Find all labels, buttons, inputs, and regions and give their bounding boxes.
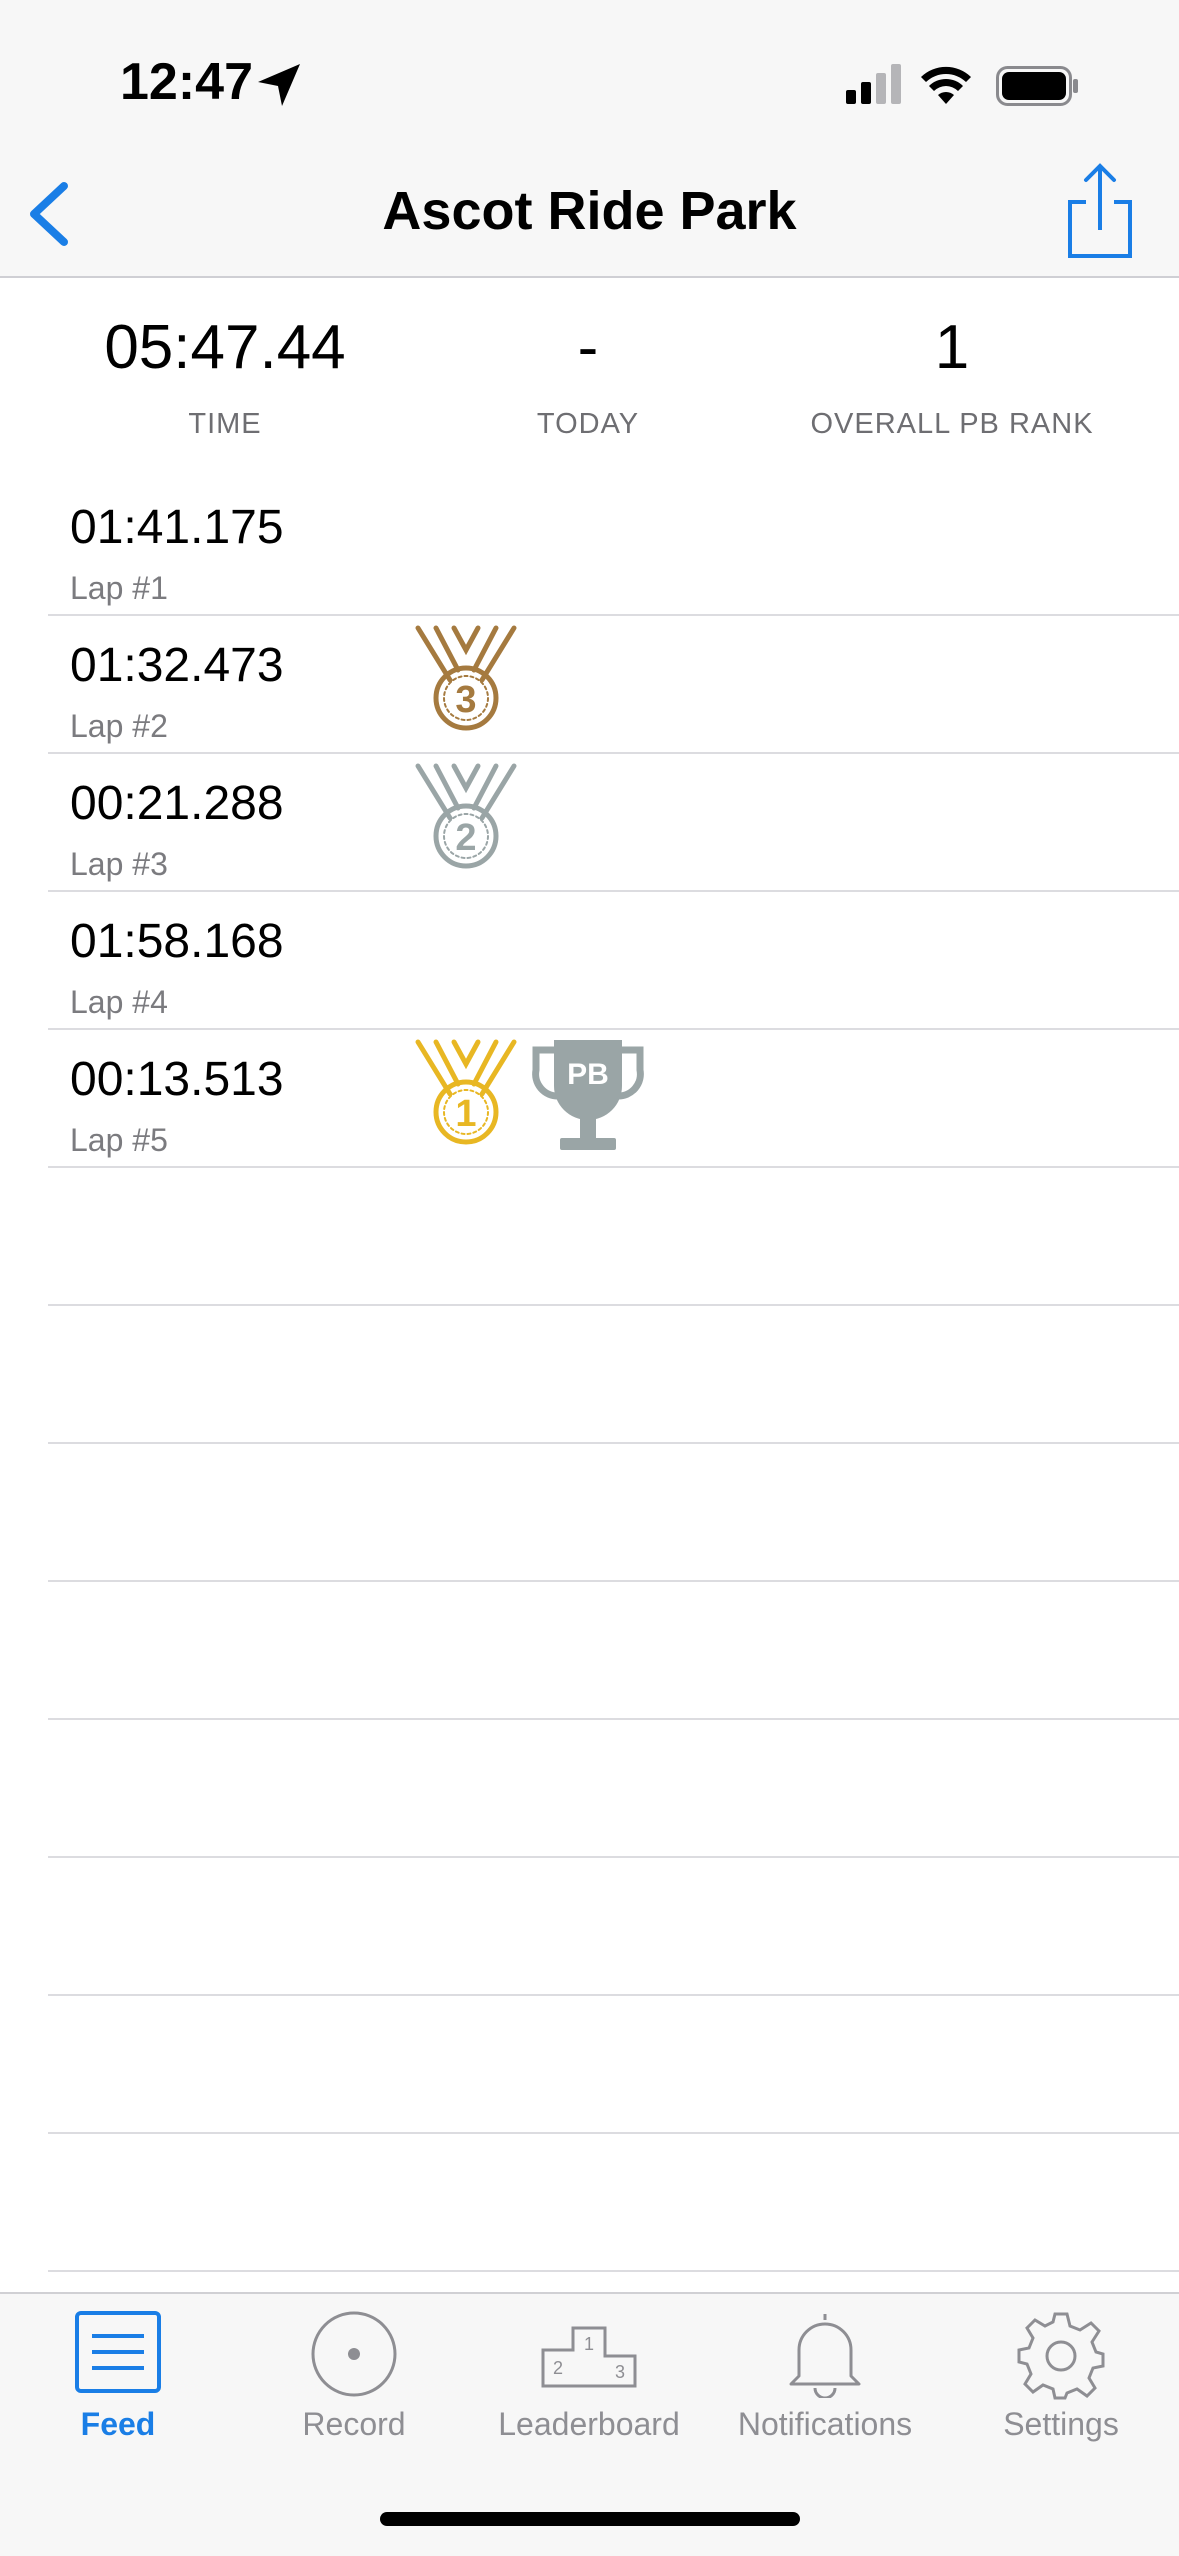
time-label: TIME — [188, 408, 262, 440]
tab-label: Settings — [1003, 2406, 1119, 2442]
podium-first: 1 — [584, 2334, 594, 2354]
bell-icon — [789, 2314, 861, 2398]
lap-label: Lap #4 — [70, 984, 168, 1020]
gear-icon — [1017, 2312, 1105, 2400]
tab-record[interactable]: Record — [236, 2294, 472, 2484]
lap-time: 01:41.175 — [70, 501, 284, 554]
medal-rank: 1 — [455, 1093, 476, 1135]
lap-time: 00:21.288 — [70, 777, 284, 830]
lap-label: Lap #2 — [70, 708, 168, 744]
pb-trophy-icon: PB — [532, 1040, 644, 1150]
empty-row — [48, 1444, 1179, 1582]
rank-stat: 1 OVERALL PB RANK — [772, 308, 1132, 441]
battery-icon — [996, 66, 1078, 106]
today-label: TODAY — [536, 408, 640, 440]
lap-label: Lap #3 — [70, 846, 168, 882]
trophy-label: PB — [567, 1058, 609, 1091]
tab-label: Record — [302, 2406, 406, 2442]
tab-label: Notifications — [737, 2406, 913, 2442]
podium-icon: 1 2 3 — [541, 2326, 637, 2388]
lap-time: 01:32.473 — [70, 639, 284, 692]
lap-time: 01:58.168 — [70, 915, 284, 968]
home-indicator[interactable] — [380, 2512, 800, 2526]
empty-row — [48, 1858, 1179, 1996]
rank-value: 1 — [934, 313, 970, 382]
today-stat: - TODAY — [408, 308, 768, 441]
laps-list: 01:41.175 Lap #1 01:32.473 Lap #2 3 00:2… — [0, 478, 1179, 2272]
tab-settings[interactable]: Settings — [943, 2294, 1179, 2484]
lap-row[interactable]: 00:13.513 Lap #5 1 PB — [48, 1030, 1179, 1168]
lap-row[interactable]: 00:21.288 Lap #3 2 — [48, 754, 1179, 892]
time-stat: 05:47.44 TIME — [45, 308, 405, 441]
status-time: 12:47 — [120, 53, 253, 111]
feed-icon — [75, 2311, 161, 2393]
medal-rank: 2 — [455, 817, 476, 859]
navigation-bar: Ascot Ride Park — [0, 150, 1179, 278]
lap-time: 00:13.513 — [70, 1053, 284, 1106]
tab-notifications[interactable]: Notifications — [707, 2294, 943, 2484]
empty-row — [48, 2134, 1179, 2272]
wifi-icon — [921, 66, 971, 104]
lap-row[interactable]: 01:58.168 Lap #4 — [48, 892, 1179, 1030]
podium-second: 2 — [553, 2358, 563, 2378]
podium-third: 3 — [615, 2362, 625, 2382]
ride-summary: 05:47.44 TIME - TODAY 1 OVERALL PB RANK — [0, 278, 1179, 468]
lap-row[interactable]: 01:41.175 Lap #1 — [48, 478, 1179, 616]
page-title: Ascot Ride Park — [382, 181, 797, 241]
silver-medal-icon: 2 — [415, 763, 517, 869]
bronze-medal-icon: 3 — [415, 625, 517, 731]
status-bar: 12:47 — [0, 0, 1179, 150]
share-icon[interactable] — [1060, 160, 1140, 260]
gold-medal-icon: 1 — [415, 1039, 517, 1145]
tab-leaderboard[interactable]: 1 2 3 Leaderboard — [471, 2294, 707, 2484]
today-value: - — [577, 313, 599, 382]
location-arrow-icon — [258, 64, 300, 106]
lap-label: Lap #1 — [70, 570, 168, 606]
rank-label: OVERALL PB RANK — [810, 408, 1094, 440]
medal-rank: 3 — [455, 679, 476, 721]
cellular-signal-icon — [846, 64, 901, 104]
tab-label: Feed — [80, 2406, 156, 2442]
lap-label: Lap #5 — [70, 1122, 168, 1158]
time-value: 05:47.44 — [104, 313, 346, 382]
empty-row — [48, 1582, 1179, 1720]
empty-row — [48, 1306, 1179, 1444]
empty-row — [48, 1168, 1179, 1306]
tab-label: Leaderboard — [498, 2406, 680, 2442]
tab-feed[interactable]: Feed — [0, 2294, 236, 2484]
lap-row[interactable]: 01:32.473 Lap #2 3 — [48, 616, 1179, 754]
empty-row — [48, 1720, 1179, 1858]
record-icon — [311, 2311, 397, 2397]
empty-row — [48, 1996, 1179, 2134]
